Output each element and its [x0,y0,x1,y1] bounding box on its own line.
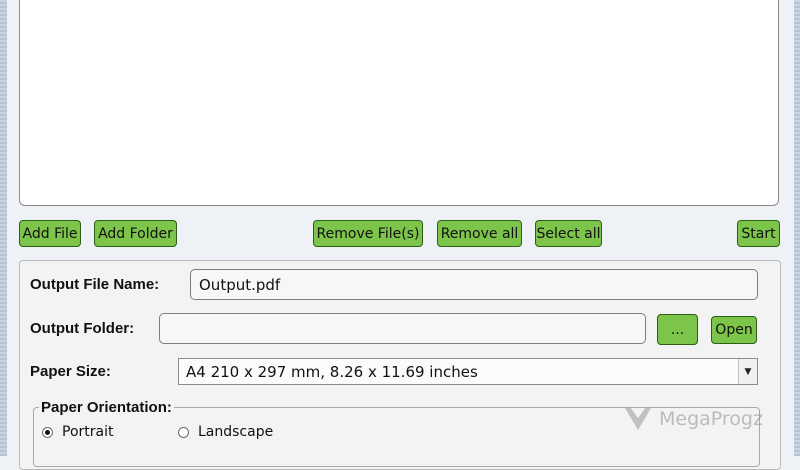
paper-size-selected: A4 210 x 297 mm, 8.26 x 11.69 inches [186,362,478,381]
landscape-radio-label[interactable]: Landscape [198,424,273,440]
start-button[interactable]: Start [737,220,780,247]
portrait-radio[interactable] [42,427,53,438]
window-frame-left [0,0,7,456]
paper-orientation-label: Paper Orientation: [39,399,174,416]
watermark: MegaProgz [623,404,763,434]
output-folder-label: Output Folder: [30,320,135,337]
paper-size-label: Paper Size: [30,363,111,380]
add-folder-button[interactable]: Add Folder [94,220,177,247]
browse-folder-button[interactable]: ... [657,314,698,345]
remove-files-button[interactable]: Remove File(s) [313,220,423,247]
landscape-radio[interactable] [178,427,189,438]
portrait-radio-label[interactable]: Portrait [62,424,113,440]
watermark-text: MegaProgz [659,408,763,430]
output-file-name-value: Output.pdf [199,275,281,294]
output-file-name-label: Output File Name: [30,276,160,293]
remove-all-button[interactable]: Remove all [437,220,522,247]
add-file-button[interactable]: Add File [19,220,81,247]
window-frame-right [794,0,800,456]
open-folder-button[interactable]: Open [711,316,757,344]
output-file-name-input[interactable]: Output.pdf [190,269,758,300]
paper-size-select[interactable]: A4 210 x 297 mm, 8.26 x 11.69 inches ▼ [178,358,758,385]
dropdown-arrow-icon[interactable]: ▼ [738,359,757,384]
file-list[interactable] [19,0,779,206]
select-all-button[interactable]: Select all [535,220,602,247]
megaprogz-logo-icon [625,407,651,430]
output-folder-input[interactable] [159,313,646,344]
